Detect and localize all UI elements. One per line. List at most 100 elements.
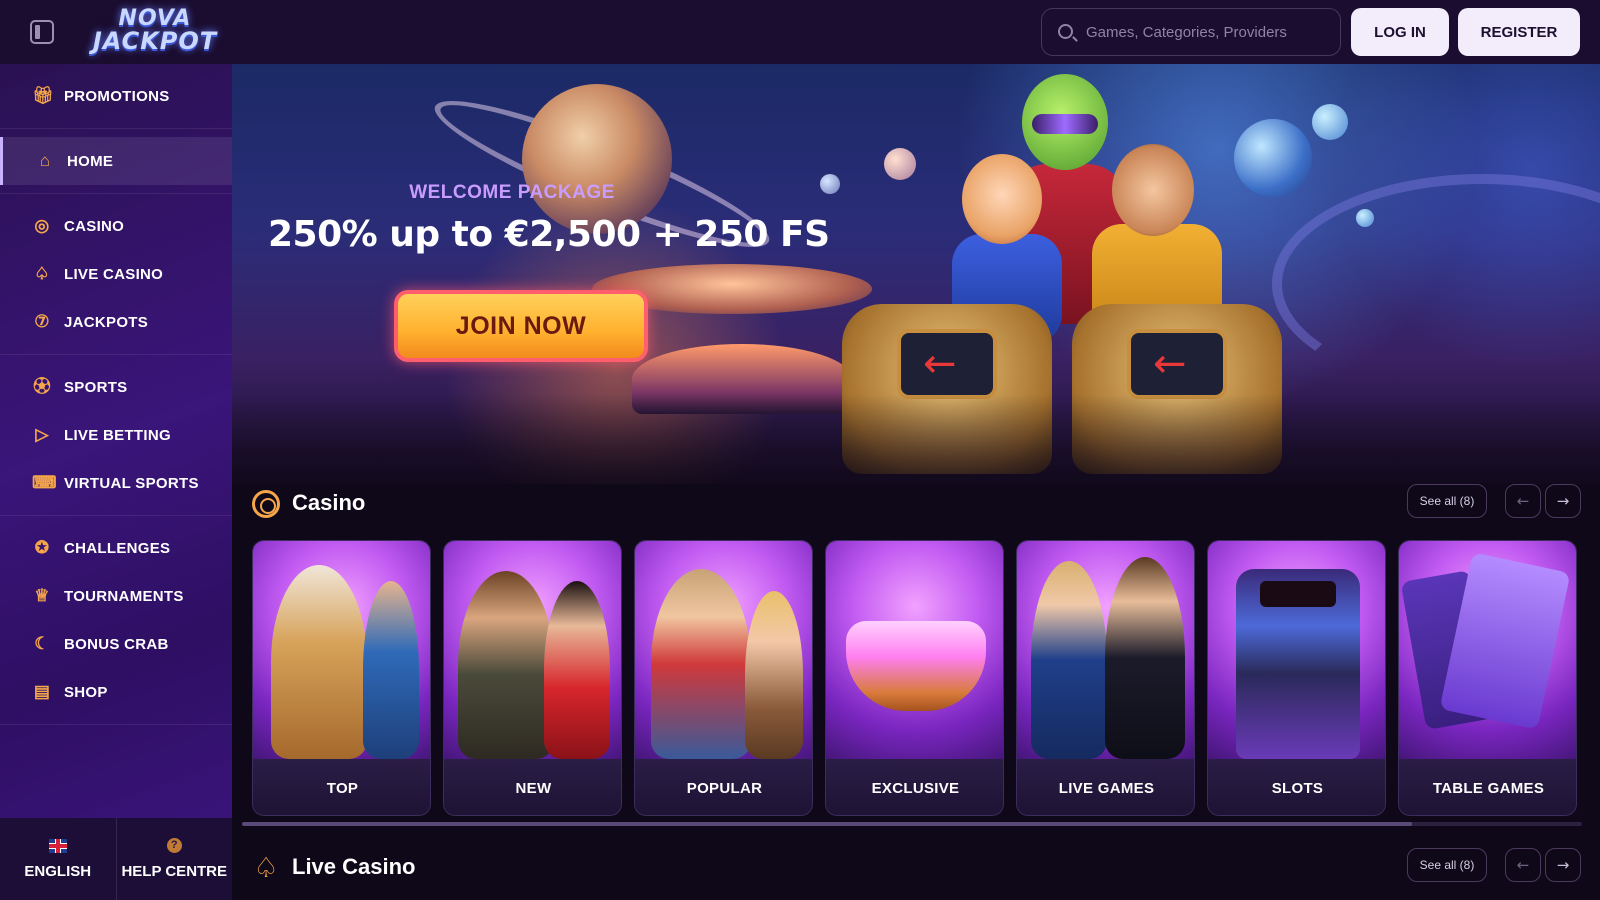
card-label: POPULAR [635, 759, 812, 815]
sidebar-item-live-betting[interactable]: ▷ LIVE BETTING [0, 411, 232, 459]
top-bar: NOVA JACKPOT LOG IN REGISTER [0, 0, 1600, 64]
help-label: HELP CENTRE [121, 863, 228, 880]
category-card-slots[interactable]: SLOTS [1207, 540, 1386, 816]
seven-icon: ⑦ [34, 312, 50, 331]
guy-head [1112, 144, 1194, 236]
section-title-live-casino[interactable]: Live Casino [292, 854, 415, 880]
sidebar-item-live-casino[interactable]: ♤ LIVE CASINO [0, 250, 232, 298]
sidebar-item-home[interactable]: ⌂ HOME [0, 137, 232, 185]
sidebar-item-label: CASINO [64, 217, 125, 235]
spade-icon: ♤ [34, 264, 50, 283]
arrow-left-icon [897, 329, 997, 399]
planet-decoration [820, 174, 840, 194]
logo-line-2: JACKPOT [92, 27, 218, 55]
category-card-exclusive[interactable]: EXCLUSIVE [825, 540, 1004, 816]
sidebar-item-label: LIVE BETTING [64, 426, 171, 444]
category-card-popular[interactable]: POPULAR [634, 540, 813, 816]
next-arrow-icon[interactable]: → [1545, 484, 1581, 518]
sidebar: 🎁︎ PROMOTIONS ⌂ HOME ◎ CASINO ♤ LIVE CAS… [0, 64, 232, 900]
gamepad-icon: ⌨︎ [32, 473, 57, 492]
category-card-new[interactable]: NEW [443, 540, 622, 816]
prev-arrow-icon[interactable]: ← [1505, 848, 1541, 882]
zeus-artwork [253, 541, 430, 759]
nav-group-promotions: 🎁︎ PROMOTIONS [0, 64, 232, 129]
join-now-button[interactable]: JOIN NOW [394, 290, 648, 362]
category-card-live-games[interactable]: LIVE GAMES [1016, 540, 1195, 816]
carousel-scroll-thumb[interactable] [242, 822, 1412, 826]
hero-subtitle: WELCOME PACKAGE [409, 182, 615, 203]
section-title-casino[interactable]: Casino [292, 490, 365, 516]
sidebar-item-label: LIVE CASINO [64, 265, 164, 283]
search-input[interactable] [1086, 23, 1326, 41]
card-label: SLOTS [1208, 759, 1385, 815]
crab-icon: ☾ [34, 634, 50, 653]
sidebar-item-tournaments[interactable]: ♕ TOURNAMENTS [0, 572, 232, 620]
sidebar-item-label: SPORTS [64, 378, 128, 396]
sidebar-item-label: VIRTUAL SPORTS [64, 474, 199, 492]
home-icon: ⌂ [39, 151, 51, 170]
card-label: EXCLUSIVE [826, 759, 1003, 815]
sidebar-footer: ENGLISH ? HELP CENTRE [0, 818, 232, 900]
see-all-casino-button[interactable]: See all (8) [1407, 484, 1487, 518]
cowboy-artwork [635, 541, 812, 759]
sidebar-item-virtual-sports[interactable]: ⌨︎ VIRTUAL SPORTS [0, 459, 232, 507]
help-centre-button[interactable]: ? HELP CENTRE [117, 818, 233, 900]
hero-title: 250% up to €2,500 + 250 FS [268, 214, 830, 255]
card-label: TOP [253, 759, 430, 815]
goggles-decoration [1032, 114, 1098, 134]
card-label: TABLE GAMES [1399, 759, 1576, 815]
arrow-left-icon [1127, 329, 1227, 399]
sidebar-item-bonus-crab[interactable]: ☾ BONUS CRAB [0, 620, 232, 668]
search-box[interactable] [1041, 8, 1341, 56]
spade-icon: ♤ [253, 852, 279, 883]
sidebar-item-label: TOURNAMENTS [64, 587, 184, 605]
casino-chip-icon: ◎ [34, 216, 50, 235]
planet-decoration [884, 148, 916, 180]
sidebar-item-casino[interactable]: ◎ CASINO [0, 202, 232, 250]
card-label: NEW [444, 759, 621, 815]
playing-cards-artwork [1399, 541, 1576, 759]
help-icon: ? [166, 838, 182, 853]
sidebar-item-shop[interactable]: ▤ SHOP [0, 668, 232, 716]
sidebar-item-label: JACKPOTS [64, 313, 149, 331]
casino-category-carousel: TOP NEW POPULAR EXCLUSIVE LIVE GAMES SLO… [252, 540, 1582, 816]
planet-decoration [1234, 119, 1312, 197]
nav-group-extras: ✪ CHALLENGES ♕ TOURNAMENTS ☾ BONUS CRAB … [0, 516, 232, 725]
sidebar-item-label: SHOP [64, 683, 108, 701]
nav-group-sports: ⚽︎ SPORTS ▷ LIVE BETTING ⌨︎ VIRTUAL SPOR… [0, 355, 232, 516]
language-selector[interactable]: ENGLISH [0, 818, 117, 900]
gift-icon: 🎁︎ [32, 86, 54, 105]
girl-head [962, 154, 1042, 244]
sidebar-item-sports[interactable]: ⚽︎ SPORTS [0, 363, 232, 411]
sidebar-item-label: HOME [67, 152, 114, 170]
register-button[interactable]: REGISTER [1458, 8, 1580, 56]
login-button[interactable]: LOG IN [1351, 8, 1449, 56]
adventurer-artwork [444, 541, 621, 759]
see-all-live-casino-button[interactable]: See all (8) [1407, 848, 1487, 882]
sidebar-item-promotions[interactable]: 🎁︎ PROMOTIONS [0, 72, 232, 120]
hero-banner[interactable]: WELCOME PACKAGE 250% up to €2,500 + 250 … [232, 64, 1600, 504]
sidebar-item-label: CHALLENGES [64, 539, 171, 557]
search-icon [1058, 24, 1073, 39]
sidebar-item-jackpots[interactable]: ⑦ JACKPOTS [0, 298, 232, 346]
category-card-top[interactable]: TOP [252, 540, 431, 816]
shop-icon: ▤ [33, 682, 51, 701]
sidebar-item-label: BONUS CRAB [64, 635, 169, 653]
prev-arrow-icon[interactable]: ← [1505, 484, 1541, 518]
logo[interactable]: NOVA JACKPOT [88, 8, 222, 56]
sidebar-item-challenges[interactable]: ✪ CHALLENGES [0, 524, 232, 572]
live-dealers-artwork [1017, 541, 1194, 759]
sidebar-toggle-icon[interactable] [30, 20, 54, 44]
nav-group-home: ⌂ HOME [0, 129, 232, 194]
language-label: ENGLISH [24, 862, 92, 880]
carousel-scrollbar[interactable] [242, 822, 1582, 826]
soccer-ball-icon: ⚽︎ [33, 377, 51, 396]
play-icon: ▷ [35, 425, 49, 444]
rollercoaster-decoration [1272, 174, 1600, 394]
casino-section-header: Casino See all (8) ← → [232, 484, 1600, 524]
trophy-icon: ♕ [34, 586, 50, 605]
crown-artwork [826, 541, 1003, 759]
next-arrow-icon[interactable]: → [1545, 848, 1581, 882]
uk-flag-icon [48, 838, 67, 853]
category-card-table-games[interactable]: TABLE GAMES [1398, 540, 1577, 816]
